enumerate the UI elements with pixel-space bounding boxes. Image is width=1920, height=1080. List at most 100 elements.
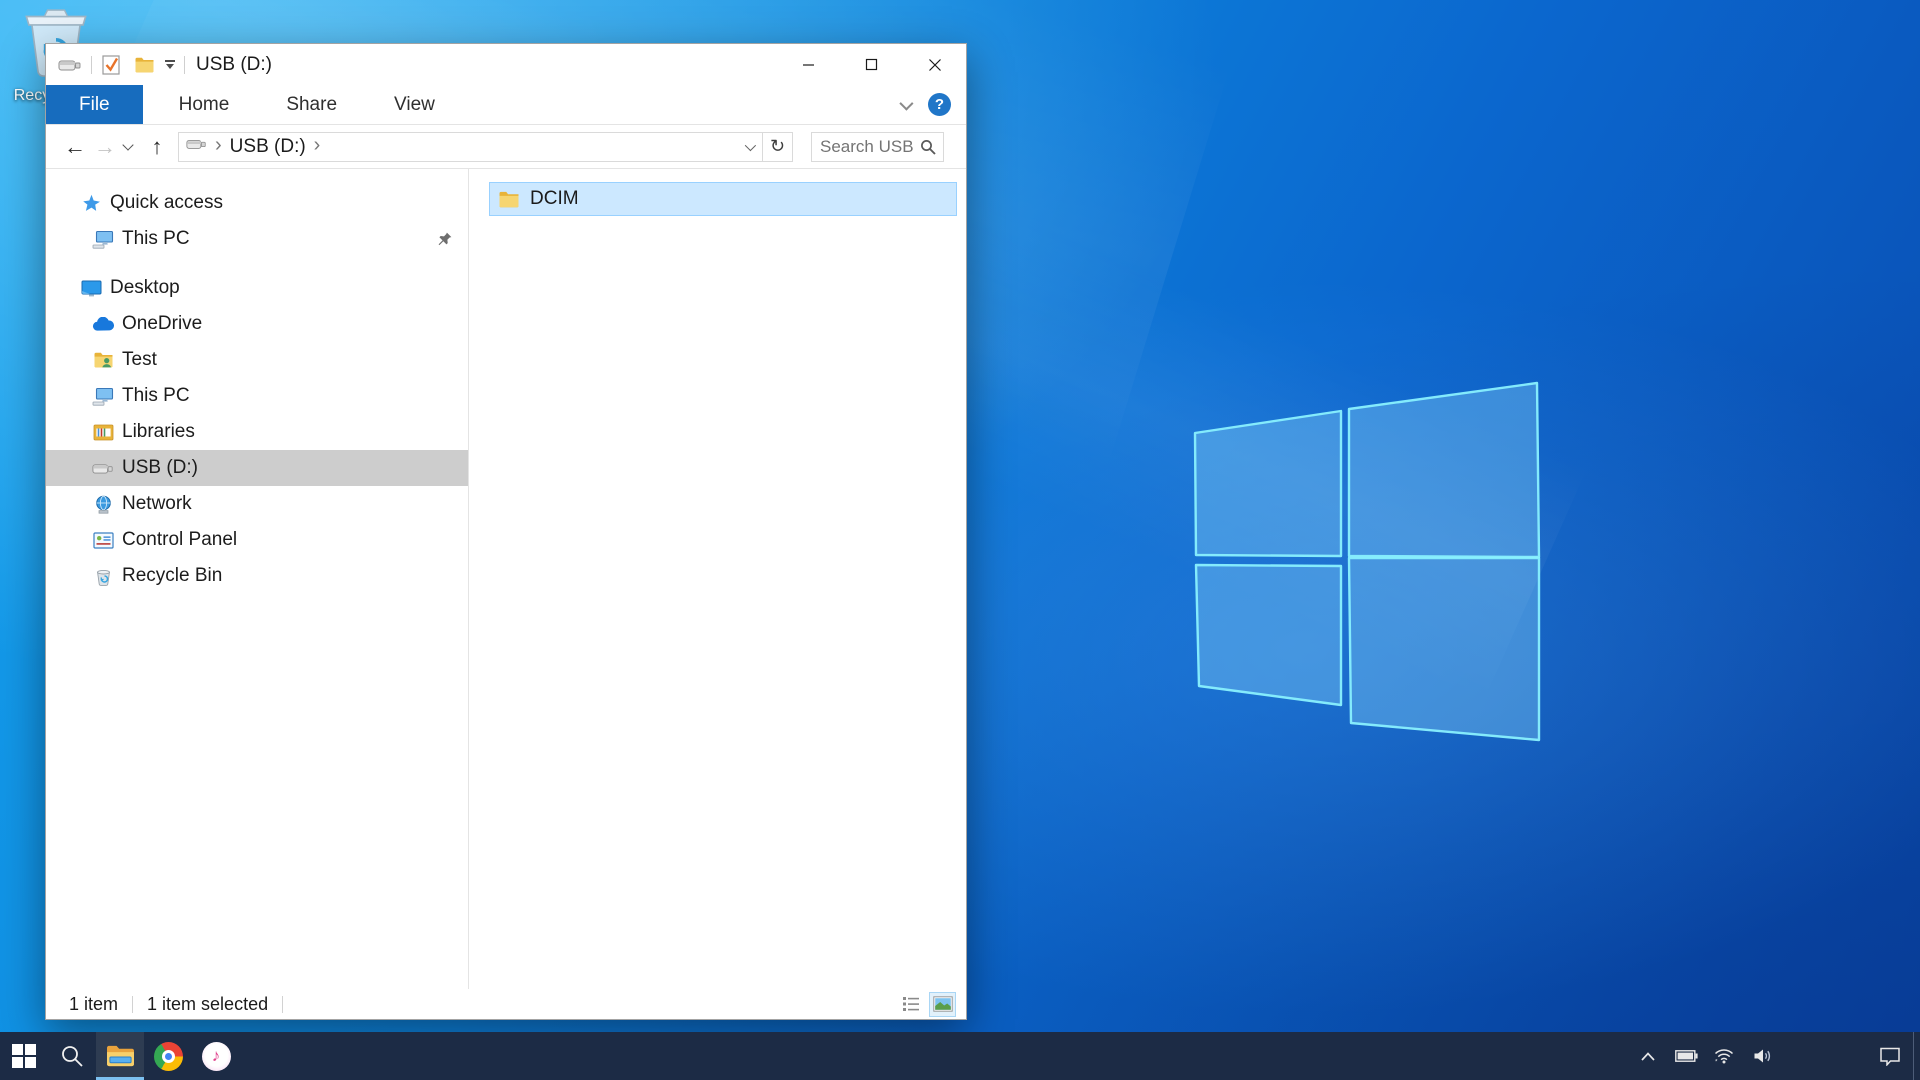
sidebar-item-label: Recycle Bin xyxy=(122,565,222,587)
up-button[interactable]: ↑ xyxy=(142,134,172,160)
pc-icon xyxy=(92,230,114,249)
breadcrumb-drive[interactable]: USB (D:) xyxy=(230,136,306,158)
explorer-window: USB (D:) File Home Share View ? ← → ↑ xyxy=(45,43,967,1020)
folder-icon xyxy=(498,190,520,209)
window-title: USB (D:) xyxy=(196,54,272,76)
sidebar-item-desktop[interactable]: Desktop xyxy=(46,270,468,306)
sidebar-item-label: This PC xyxy=(122,228,190,250)
qat-customize-dropdown[interactable] xyxy=(165,60,175,69)
status-divider xyxy=(282,996,283,1013)
magnifier-icon xyxy=(60,1044,84,1068)
quick-access-toolbar xyxy=(58,54,194,76)
sidebar-item-label: Network xyxy=(122,493,192,515)
breadcrumb-chevron: › xyxy=(314,134,321,157)
large-icons-view-button[interactable] xyxy=(929,992,956,1017)
music-note-icon: ♪ xyxy=(202,1042,231,1071)
taskbar-itunes-button[interactable]: ♪ xyxy=(192,1032,240,1080)
sidebar-item-recycle-bin[interactable]: Recycle Bin xyxy=(46,558,468,594)
properties-check-icon[interactable] xyxy=(101,54,122,76)
control-panel-icon xyxy=(92,532,114,549)
search-icon[interactable] xyxy=(920,139,936,155)
toolbar-separator xyxy=(91,56,92,74)
desktop-icon xyxy=(80,280,102,297)
sidebar-group-gap xyxy=(46,257,468,270)
battery-icon[interactable] xyxy=(1667,1032,1705,1080)
sidebar-item-label: OneDrive xyxy=(122,313,202,335)
sidebar-item-network[interactable]: Network xyxy=(46,486,468,522)
new-folder-icon[interactable] xyxy=(134,56,155,74)
caption-buttons xyxy=(777,44,966,85)
sidebar-item-libraries[interactable]: Libraries xyxy=(46,414,468,450)
breadcrumb-chevron: › xyxy=(215,134,222,157)
toolbar-separator xyxy=(184,56,185,74)
taskbar-file-explorer-button[interactable] xyxy=(96,1032,144,1080)
search-box[interactable] xyxy=(811,132,944,162)
file-item-label: DCIM xyxy=(530,188,579,210)
file-item-dcim[interactable]: DCIM xyxy=(489,182,957,216)
title-bar: USB (D:) xyxy=(46,44,966,85)
tab-file[interactable]: File xyxy=(46,85,143,124)
pc-icon xyxy=(92,387,114,406)
expand-ribbon-chevron-icon[interactable] xyxy=(899,96,913,110)
help-button[interactable]: ? xyxy=(928,93,951,116)
recent-locations-chevron-icon[interactable] xyxy=(122,139,133,150)
tab-view[interactable]: View xyxy=(373,85,456,124)
taskbar: ♪ * xyxy=(0,1032,1920,1080)
library-icon xyxy=(92,423,114,441)
sidebar-item-label: This PC xyxy=(122,385,190,407)
taskbar-start-button[interactable] xyxy=(0,1032,48,1080)
sidebar-item-label: Libraries xyxy=(122,421,195,443)
address-bar[interactable]: › USB (D:) › xyxy=(178,132,763,162)
sidebar-item-label: Quick access xyxy=(110,192,223,214)
sidebar-item-quick-access[interactable]: Quick access xyxy=(46,185,468,221)
sidebar-item-control-panel[interactable]: Control Panel xyxy=(46,522,468,558)
star-icon xyxy=(80,194,102,213)
explorer-folder-icon xyxy=(105,1043,136,1069)
address-drive-icon xyxy=(186,137,207,156)
file-list: DCIM xyxy=(469,169,966,989)
forward-button[interactable]: → xyxy=(90,134,120,160)
navigation-pane: Quick access This PC Desktop OneDrive Test Th… xyxy=(46,169,469,989)
sidebar-item-usb-d[interactable]: USB (D:) xyxy=(46,450,468,486)
tray-spacer xyxy=(1781,1032,1867,1080)
minimize-button[interactable] xyxy=(777,44,840,85)
show-desktop-button[interactable] xyxy=(1913,1032,1920,1080)
action-center-icon[interactable] xyxy=(1867,1032,1913,1080)
pin-icon xyxy=(436,231,453,248)
user-folder-icon xyxy=(92,351,114,369)
tab-share[interactable]: Share xyxy=(265,85,358,124)
search-input[interactable] xyxy=(812,137,913,157)
cloud-icon xyxy=(92,317,114,332)
refresh-button[interactable]: ↻ xyxy=(762,132,793,162)
windows-logo-icon xyxy=(11,1043,37,1069)
selection-count: 1 item selected xyxy=(147,994,268,1015)
details-view-button[interactable] xyxy=(897,992,924,1017)
svg-text:*: * xyxy=(1715,1059,1718,1065)
sidebar-item-label: Control Panel xyxy=(122,529,237,551)
recycle-icon xyxy=(92,567,114,586)
wifi-icon[interactable]: * xyxy=(1705,1032,1743,1080)
sidebar-item-onedrive[interactable]: OneDrive xyxy=(46,306,468,342)
tab-home[interactable]: Home xyxy=(158,85,251,124)
maximize-button[interactable] xyxy=(840,44,903,85)
volume-icon[interactable] xyxy=(1743,1032,1781,1080)
back-button[interactable]: ← xyxy=(60,134,90,160)
sidebar-item-this-pc[interactable]: This PC xyxy=(46,221,468,257)
sidebar-item-label: Test xyxy=(122,349,157,371)
usb-drive-icon xyxy=(58,57,82,73)
navigation-bar: ← → ↑ › USB (D:) › ↻ xyxy=(46,125,966,169)
tray-chevron-icon[interactable] xyxy=(1629,1032,1667,1080)
network-icon xyxy=(92,495,114,514)
chrome-ball-icon xyxy=(154,1042,183,1071)
address-dropdown-chevron[interactable] xyxy=(736,143,762,151)
status-divider xyxy=(132,996,133,1013)
sidebar-item-this-pc[interactable]: This PC xyxy=(46,378,468,414)
sidebar-item-test[interactable]: Test xyxy=(46,342,468,378)
taskbar-search-button[interactable] xyxy=(48,1032,96,1080)
sidebar-item-label: USB (D:) xyxy=(122,457,198,479)
taskbar-chrome-button[interactable] xyxy=(144,1032,192,1080)
sidebar-item-label: Desktop xyxy=(110,277,180,299)
ribbon-tabs: File Home Share View ? xyxy=(46,85,966,125)
close-button[interactable] xyxy=(903,44,966,85)
usb-icon xyxy=(92,461,114,476)
